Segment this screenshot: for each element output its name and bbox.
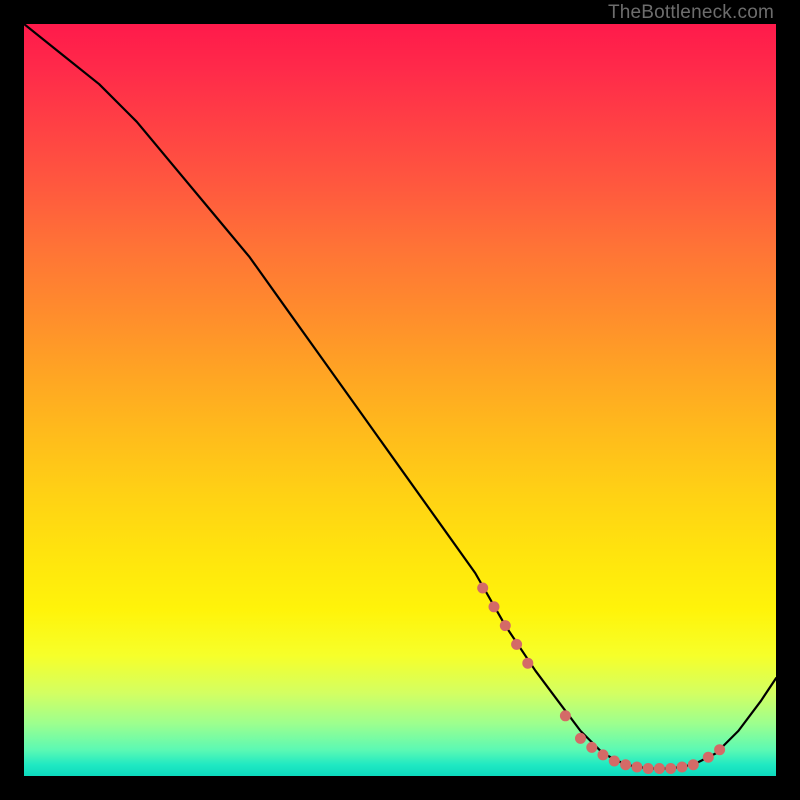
highlight-dot xyxy=(500,621,510,631)
highlight-dot xyxy=(703,752,713,762)
highlight-dot xyxy=(609,756,619,766)
highlight-dot xyxy=(654,764,664,774)
highlight-dot xyxy=(666,764,676,774)
highlight-dot xyxy=(587,742,597,752)
highlight-dot xyxy=(632,762,642,772)
watermark-text: TheBottleneck.com xyxy=(608,2,774,24)
curve-layer xyxy=(24,24,776,776)
highlight-dot xyxy=(489,602,499,612)
highlight-dot xyxy=(688,760,698,770)
highlight-dot xyxy=(523,658,533,668)
chart-frame: TheBottleneck.com xyxy=(0,0,800,800)
bottleneck-curve xyxy=(24,24,776,769)
highlight-dot xyxy=(715,745,725,755)
highlight-dot xyxy=(598,750,608,760)
highlight-dot xyxy=(621,760,631,770)
highlight-dot xyxy=(560,711,570,721)
highlight-dot xyxy=(512,639,522,649)
highlight-dot xyxy=(643,764,653,774)
highlight-dot xyxy=(677,762,687,772)
plot-area xyxy=(24,24,776,776)
highlight-dot xyxy=(576,733,586,743)
highlight-dot xyxy=(478,583,488,593)
highlight-dots xyxy=(478,583,725,774)
